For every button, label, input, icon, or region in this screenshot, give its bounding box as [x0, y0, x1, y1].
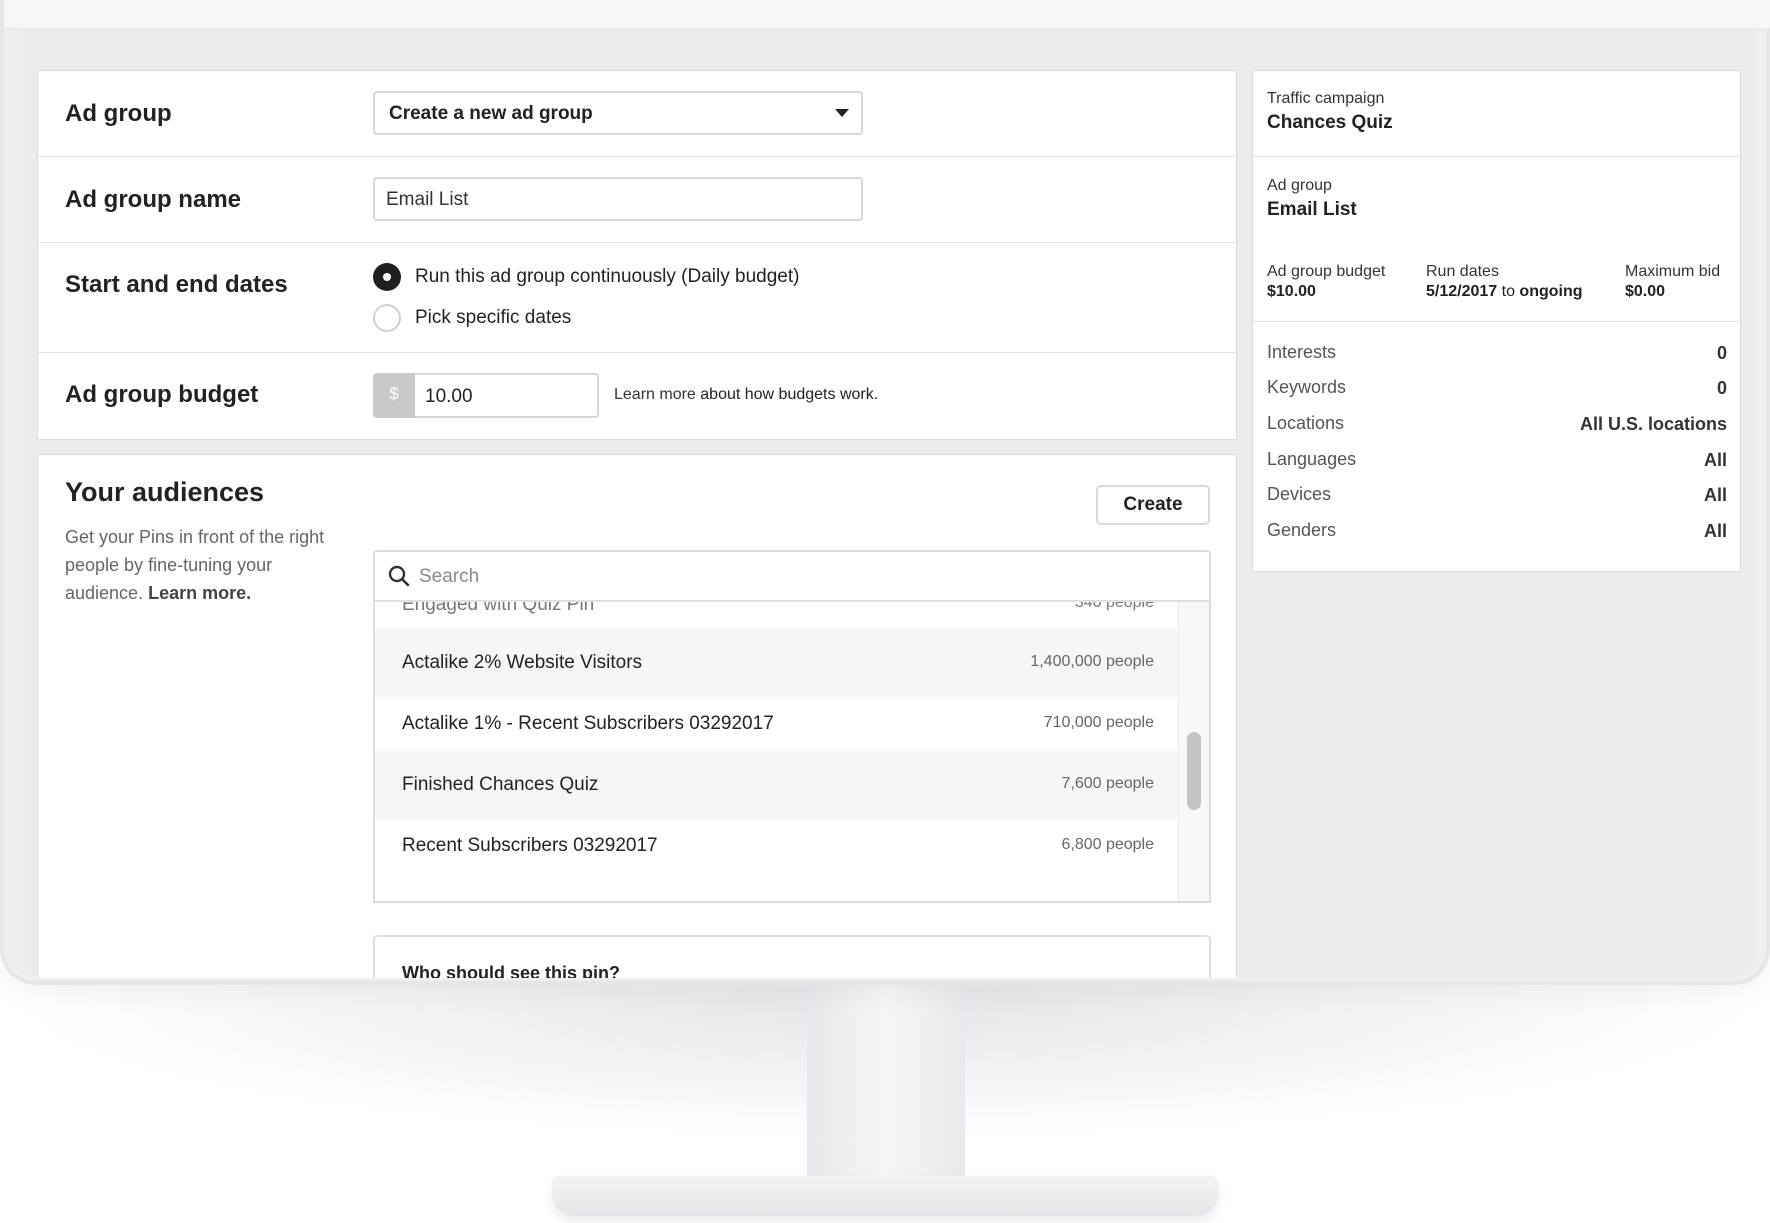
- ad-group-name-input[interactable]: Email List: [373, 177, 863, 221]
- screen: Ad group Create a new ad group Ad group …: [18, 28, 1756, 978]
- summary-ad-group: Ad group Email List Ad group budget $10.…: [1253, 157, 1740, 322]
- audience-name: Engaged with Quiz Pin: [402, 601, 595, 615]
- create-audience-button[interactable]: Create: [1096, 485, 1210, 525]
- targeting-row: Languages All: [1267, 449, 1727, 477]
- summary-budget-value: $10.00: [1267, 283, 1316, 300]
- targeting-label: Devices: [1267, 484, 1332, 504]
- ad-group-select[interactable]: Create a new ad group: [373, 91, 863, 135]
- ad-group-select-value: Create a new ad group: [389, 103, 593, 124]
- run-end-date: ongoing: [1519, 283, 1583, 300]
- budget-field: $ 10.00: [373, 373, 599, 418]
- monitor-top-bezel: [4, 0, 1770, 29]
- radio-selected[interactable]: [373, 263, 401, 291]
- summary-run-dates-value: 5/12/2017 to ongoing: [1426, 283, 1583, 301]
- targeting-value: All U.S. locations: [1579, 414, 1727, 434]
- audience-search-input[interactable]: Search: [373, 550, 1211, 602]
- list-item[interactable]: Recent Subscribers 03292017 6,800 people: [375, 812, 1181, 880]
- ad-group-form: Ad group Create a new ad group Ad group …: [37, 70, 1237, 440]
- targeting-value: 0: [1716, 343, 1727, 363]
- run-dates-to: to: [1497, 283, 1520, 300]
- list-item[interactable]: Actalike 2% Website Visitors 1,400,000 p…: [375, 629, 1181, 697]
- audience-name: Recent Subscribers 03292017: [402, 835, 658, 856]
- targeting-label: Keywords: [1267, 377, 1347, 397]
- search-icon: [388, 565, 410, 587]
- targeting-row: Locations All U.S. locations: [1267, 413, 1727, 441]
- summary-max-bid-value: $0.00: [1625, 283, 1666, 300]
- audience-size: 6,800 people: [1061, 836, 1154, 853]
- learn-more-link[interactable]: Learn more: [614, 386, 696, 403]
- campaign-name: Chances Quiz: [1267, 112, 1393, 133]
- targeting-value: All: [1703, 521, 1727, 541]
- list-item[interactable]: Engaged with Quiz Pin 340 people: [375, 601, 1181, 624]
- search-placeholder: Search: [419, 566, 480, 587]
- ad-group-row: Ad group Create a new ad group: [38, 71, 1236, 157]
- ad-group-name-row: Ad group name Email List: [38, 157, 1236, 243]
- targeting-value: All: [1703, 450, 1727, 470]
- campaign-type-label: Traffic campaign: [1267, 90, 1385, 107]
- audience-name: Actalike 1% - Recent Subscribers 0329201…: [402, 713, 774, 734]
- run-continuously-label: Run this ad group continuously (Daily bu…: [415, 266, 800, 287]
- radio-unselected[interactable]: [373, 304, 401, 332]
- summary-run-dates-label: Run dates: [1426, 263, 1499, 280]
- scrollbar-thumb[interactable]: [1187, 732, 1201, 810]
- dates-row: Start and end dates Run this ad group co…: [38, 243, 1236, 353]
- audience-size: 710,000 people: [1043, 714, 1154, 731]
- audience-name: Actalike 2% Website Visitors: [402, 652, 643, 673]
- targeting-value: All: [1703, 485, 1727, 505]
- summary-campaign: Traffic campaign Chances Quiz: [1253, 71, 1740, 157]
- audience-size: 7,600 people: [1061, 775, 1154, 792]
- monitor-stand-base: [552, 1176, 1218, 1216]
- targeting-row: Keywords 0: [1267, 377, 1727, 405]
- audiences-learn-more-link[interactable]: Learn more.: [148, 583, 251, 603]
- ad-group-name-label: Ad group name: [65, 186, 242, 213]
- dates-label: Start and end dates: [65, 271, 288, 298]
- ad-group-label: Ad group: [65, 100, 172, 127]
- targeting-label: Interests: [1267, 342, 1337, 362]
- ad-group-name-value: Email List: [386, 189, 469, 210]
- targeting-row: Interests 0: [1267, 342, 1727, 370]
- pin-question: Who should see this pin?: [402, 963, 620, 978]
- audiences-title: Your audiences: [65, 477, 265, 507]
- list-scrollbar[interactable]: [1178, 602, 1209, 901]
- campaign-summary: Traffic campaign Chances Quiz Ad group E…: [1252, 70, 1741, 572]
- audience-list: Engaged with Quiz Pin 340 people Actalik…: [373, 601, 1211, 903]
- budget-input[interactable]: 10.00: [415, 373, 599, 418]
- targeting-label: Genders: [1267, 520, 1337, 540]
- list-item[interactable]: Actalike 1% - Recent Subscribers 0329201…: [375, 690, 1181, 758]
- audience-size: 1,400,000 people: [1030, 653, 1154, 670]
- run-start-date: 5/12/2017: [1426, 283, 1498, 300]
- targeting-row: Genders All: [1267, 520, 1727, 548]
- summary-run-dates: Run dates 5/12/2017 to ongoing: [1426, 263, 1583, 301]
- budget-help-text: about how budgets work.: [695, 386, 879, 403]
- summary-max-bid-label: Maximum bid: [1625, 263, 1721, 280]
- audiences-panel: Your audiences Get your Pins in front of…: [37, 454, 1237, 978]
- monitor-frame: Ad group Create a new ad group Ad group …: [0, 0, 1770, 985]
- summary-targeting: Interests 0 Keywords 0 Locations All U.S…: [1253, 322, 1740, 572]
- audiences-description: Get your Pins in front of the right peop…: [65, 523, 335, 607]
- targeting-label: Languages: [1267, 449, 1357, 469]
- budget-value: 10.00: [425, 386, 473, 407]
- chevron-down-icon: [835, 109, 849, 117]
- pick-dates-label: Pick specific dates: [415, 307, 572, 328]
- targeting-value: 0: [1716, 378, 1727, 398]
- audience-size: 340 people: [1074, 601, 1154, 611]
- budget-help: Learn more about how budgets work.: [614, 386, 878, 404]
- monitor-stand-neck: [807, 983, 965, 1183]
- summary-ad-group-label: Ad group: [1267, 177, 1332, 194]
- summary-max-bid: Maximum bid $0.00: [1625, 263, 1720, 301]
- summary-budget: Ad group budget $10.00: [1267, 263, 1385, 301]
- summary-ad-group-name: Email List: [1267, 199, 1357, 220]
- targeting-label: Locations: [1267, 413, 1345, 433]
- list-item[interactable]: Finished Chances Quiz 7,600 people: [375, 751, 1181, 819]
- pin-audience-box: Who should see this pin?: [373, 935, 1211, 978]
- summary-budget-label: Ad group budget: [1267, 263, 1386, 280]
- audience-name: Finished Chances Quiz: [402, 774, 599, 795]
- targeting-row: Devices All: [1267, 484, 1727, 512]
- budget-row: Ad group budget $ 10.00 Learn more about…: [38, 353, 1236, 441]
- budget-label: Ad group budget: [65, 381, 259, 408]
- currency-prefix: $: [373, 373, 415, 418]
